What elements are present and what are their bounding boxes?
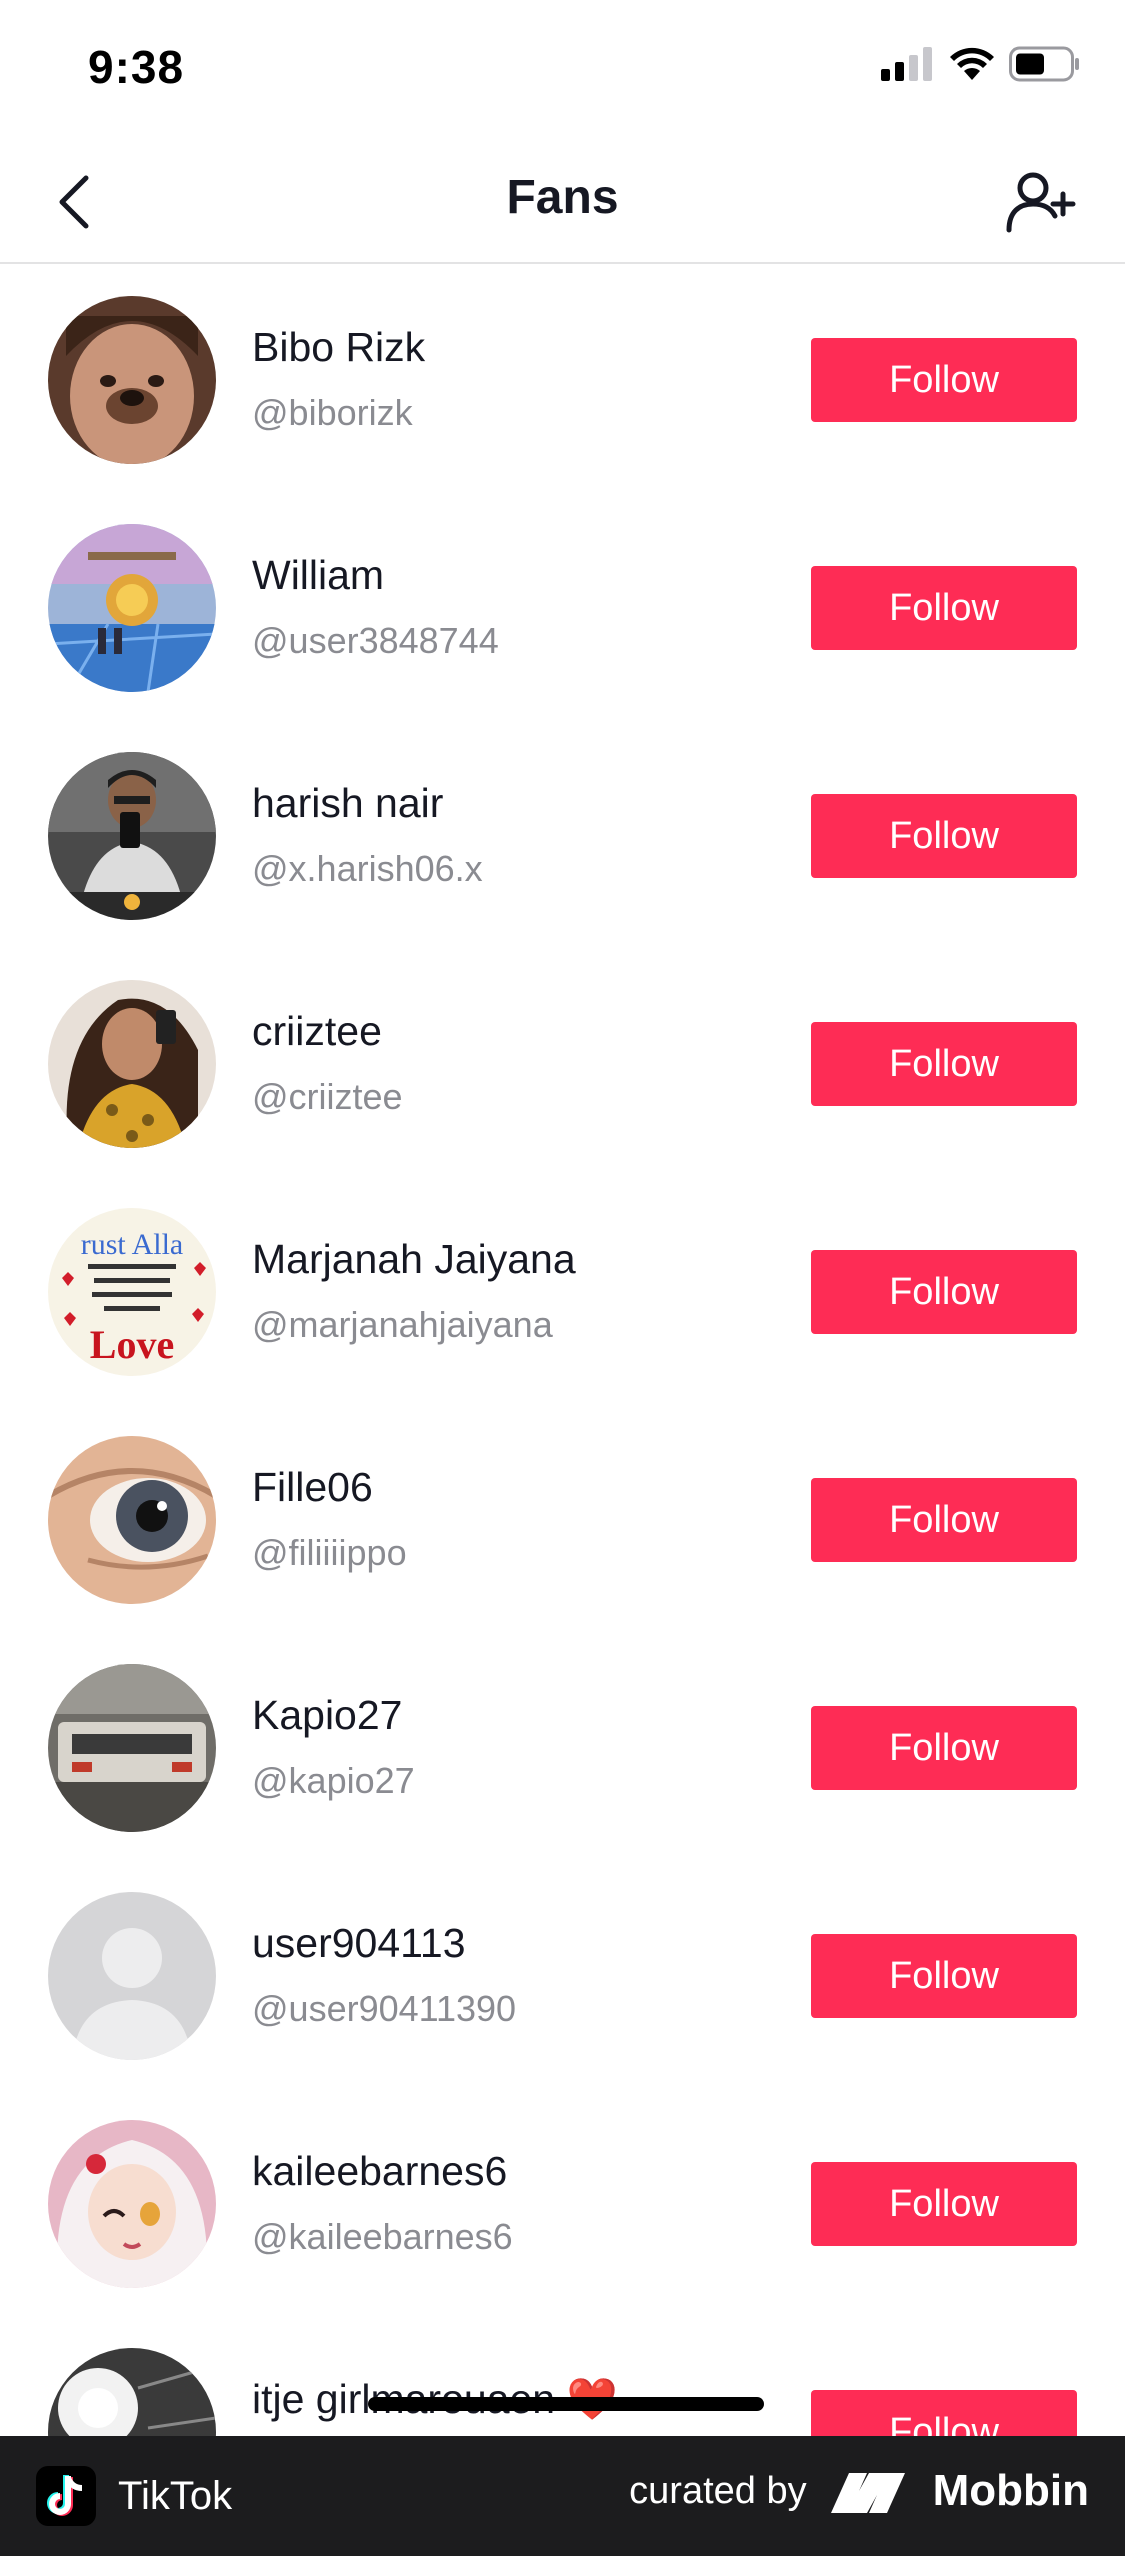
list-item[interactable]: kaileebarnes6 @kaileebarnes6 Follow	[0, 2090, 1125, 2318]
wifi-icon	[950, 47, 994, 80]
home-indicator[interactable]	[368, 2397, 764, 2411]
follow-button[interactable]: Follow	[811, 1022, 1077, 1106]
curated-by-label: curated by	[629, 2469, 807, 2512]
status-bar: 9:38	[0, 0, 1125, 140]
fan-handle: @criiztee	[252, 1076, 403, 1117]
fan-name[interactable]: Marjanah Jaiyana	[252, 1236, 576, 1283]
fan-name[interactable]: criiztee	[252, 1008, 382, 1055]
svg-text:Love: Love	[90, 1322, 174, 1367]
list-item[interactable]: William @user3848744 Follow	[0, 494, 1125, 722]
list-item[interactable]: Fille06 @filiiiippo Follow	[0, 1406, 1125, 1634]
fan-name[interactable]: William	[252, 552, 384, 599]
status-time: 9:38	[88, 41, 185, 93]
fan-handle: @user3848744	[252, 620, 499, 661]
list-item[interactable]: criiztee @criiztee Follow	[0, 950, 1125, 1178]
list-item[interactable]: rust Alla Love Marjanah Jaiyana @marjana…	[0, 1178, 1125, 1406]
avatar[interactable]	[48, 1436, 216, 1604]
follow-button[interactable]: Follow	[811, 2390, 1077, 2436]
follow-button[interactable]: Follow	[811, 2162, 1077, 2246]
default-avatar[interactable]	[48, 1892, 216, 2060]
avatar[interactable]	[48, 980, 216, 1148]
list-item[interactable]: itje girlmarouaen ❤️ Follow	[0, 2318, 1125, 2436]
follow-button[interactable]: Follow	[811, 794, 1077, 878]
footer-banner: TikTok curated by Mobbin	[0, 2436, 1125, 2556]
follow-button[interactable]: Follow	[811, 1478, 1077, 1562]
fan-name[interactable]: kaileebarnes6	[252, 2148, 507, 2195]
footer-curated: curated by Mobbin	[629, 2466, 1089, 2516]
footer-app-name: TikTok	[118, 2473, 233, 2518]
cellular-signal-icon	[881, 47, 932, 81]
avatar[interactable]	[48, 2348, 216, 2436]
footer-app: TikTok	[36, 2466, 232, 2526]
fans-list: Bibo Rizk @biborizk Follow William @user…	[0, 266, 1125, 2436]
follow-button[interactable]: Follow	[811, 566, 1077, 650]
avatar[interactable]	[48, 752, 216, 920]
mobbin-logo: Mobbin	[830, 2466, 1089, 2516]
fan-name[interactable]: user904113	[252, 1920, 466, 1967]
avatar[interactable]	[48, 1664, 216, 1832]
fan-name[interactable]: Bibo Rizk	[252, 324, 425, 371]
add-friend-button[interactable]	[1003, 164, 1079, 240]
list-item[interactable]: harish nair @x.harish06.x Follow	[0, 722, 1125, 950]
fan-name[interactable]: Kapio27	[252, 1692, 402, 1739]
fan-handle: @biborizk	[252, 392, 413, 433]
list-item[interactable]: user904113 @user90411390 Follow	[0, 1862, 1125, 2090]
add-person-icon	[1006, 172, 1076, 233]
tiktok-logo-icon	[36, 2466, 96, 2526]
follow-button[interactable]: Follow	[811, 1934, 1077, 2018]
avatar[interactable]	[48, 2120, 216, 2288]
follow-button[interactable]: Follow	[811, 1250, 1077, 1334]
fan-handle: @x.harish06.x	[252, 848, 483, 889]
fan-name[interactable]: Fille06	[252, 1464, 373, 1511]
follow-button[interactable]: Follow	[811, 338, 1077, 422]
fan-handle: @kapio27	[252, 1760, 415, 1801]
mobbin-brand-name: Mobbin	[932, 2466, 1089, 2515]
page-title: Fans	[506, 171, 619, 224]
avatar[interactable]: rust Alla Love	[48, 1208, 216, 1376]
status-icons	[881, 46, 1081, 82]
fan-handle: @filiiiippo	[252, 1532, 407, 1573]
list-item[interactable]: Bibo Rizk @biborizk Follow	[0, 266, 1125, 494]
mobbin-icon	[830, 2473, 905, 2513]
avatar-logo-text: rust Alla	[81, 1228, 184, 1261]
battery-icon	[1009, 46, 1079, 82]
fan-name[interactable]: harish nair	[252, 780, 443, 827]
fan-handle: @marjanahjaiyana	[252, 1304, 553, 1345]
fan-handle: @kaileebarnes6	[252, 2216, 513, 2257]
fan-handle: @user90411390	[252, 1988, 517, 2029]
follow-button[interactable]: Follow	[811, 1706, 1077, 1790]
avatar[interactable]	[48, 524, 216, 692]
list-item[interactable]: Kapio27 @kapio27 Follow	[0, 1634, 1125, 1862]
avatar[interactable]	[48, 296, 216, 464]
nav-bar: Fans	[0, 140, 1125, 264]
